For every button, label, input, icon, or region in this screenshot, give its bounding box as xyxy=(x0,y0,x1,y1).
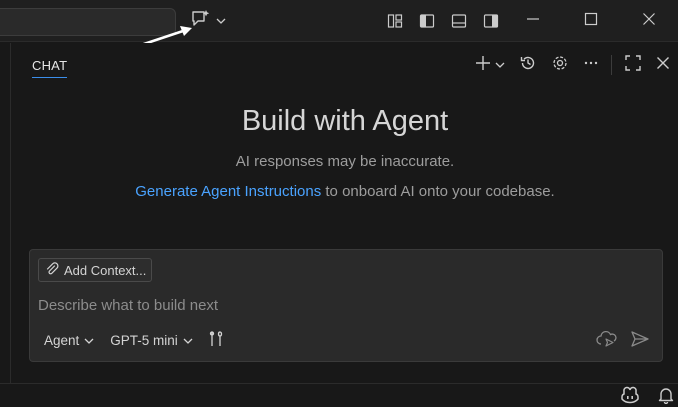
close-icon xyxy=(642,12,656,31)
settings-icon xyxy=(551,54,569,77)
maximize-icon xyxy=(584,12,598,31)
minimize-icon xyxy=(526,12,540,31)
disclaimer-text: AI responses may be inaccurate. xyxy=(235,153,455,170)
toggle-secondary-sidebar-icon[interactable] xyxy=(480,10,502,32)
chevron-down-icon xyxy=(216,12,226,30)
tab-chat[interactable]: CHAT xyxy=(32,58,68,78)
add-context-label: Add Context... xyxy=(64,262,147,278)
toggle-panel-icon[interactable] xyxy=(448,10,470,32)
editor-edge xyxy=(0,43,11,383)
instructions-line: Generate Agent Instructions to onboard A… xyxy=(12,183,678,200)
paperclip-icon xyxy=(45,261,59,279)
chevron-down-icon xyxy=(495,56,505,74)
history-button[interactable] xyxy=(519,53,537,77)
history-icon xyxy=(519,54,537,77)
more-actions-button[interactable] xyxy=(583,53,599,77)
more-icon xyxy=(583,55,599,76)
maximize-panel-button[interactable] xyxy=(624,53,642,77)
copilot-icon[interactable] xyxy=(620,386,640,407)
chat-input-box: Add Context... Agent GPT-5 mini xyxy=(29,249,663,362)
header-separator xyxy=(611,55,612,75)
panel-header: CHAT xyxy=(12,43,678,83)
send-icon[interactable] xyxy=(630,330,650,353)
instructions-suffix: to onboard AI onto your codebase. xyxy=(321,183,555,200)
chevron-down-icon xyxy=(84,333,94,348)
new-chat-button[interactable] xyxy=(475,53,505,77)
generate-instructions-link[interactable]: Generate Agent Instructions xyxy=(135,183,321,200)
chevron-down-icon xyxy=(183,333,193,348)
tools-icon xyxy=(209,330,225,351)
new-chat-icon xyxy=(475,55,491,76)
add-context-button[interactable]: Add Context... xyxy=(38,258,153,282)
mode-picker[interactable]: Agent xyxy=(44,333,94,348)
tools-button[interactable] xyxy=(209,330,225,351)
toggle-primary-sidebar-icon[interactable] xyxy=(416,10,438,32)
model-picker[interactable]: GPT-5 mini xyxy=(110,333,193,348)
maximize-button[interactable] xyxy=(562,0,620,42)
prompt-input[interactable] xyxy=(38,294,638,316)
customize-layout-icon[interactable] xyxy=(384,10,406,32)
mode-label: Agent xyxy=(44,333,80,348)
status-bar xyxy=(0,383,678,407)
maximize-panel-icon xyxy=(624,54,642,77)
notifications-bell-icon[interactable] xyxy=(658,386,674,407)
chat-panel: CHAT Build with Agent AI responses may b… xyxy=(12,43,678,383)
delegate-cloud-icon[interactable] xyxy=(596,330,618,353)
close-panel-icon xyxy=(656,56,670,75)
model-label: GPT-5 mini xyxy=(110,333,178,348)
settings-button[interactable] xyxy=(551,53,569,77)
close-window-button[interactable] xyxy=(620,0,678,42)
welcome-title: Build with Agent xyxy=(241,105,449,137)
chat-toggle-button[interactable] xyxy=(190,9,232,32)
minimize-button[interactable] xyxy=(504,0,562,42)
close-panel-button[interactable] xyxy=(656,53,670,77)
title-bar xyxy=(0,0,678,42)
